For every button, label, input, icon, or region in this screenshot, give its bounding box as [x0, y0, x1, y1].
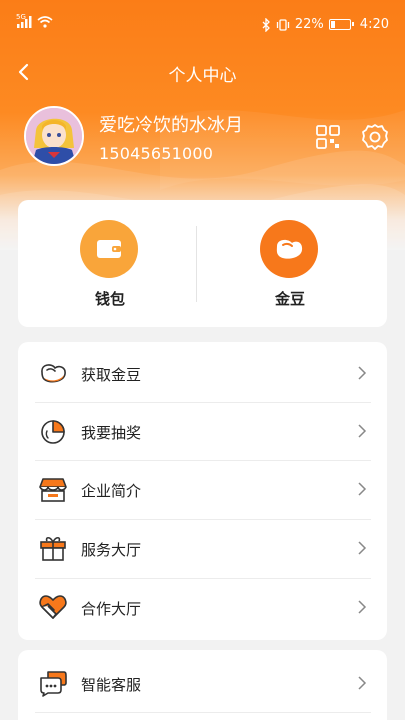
chevron-right-icon	[358, 600, 367, 614]
vibrate-icon	[276, 18, 290, 31]
phone-number: 15045651000	[99, 144, 214, 163]
wallet-icon-circle	[80, 220, 138, 278]
battery-percent: 22%	[294, 17, 324, 32]
menu-item-label: 智能客服	[81, 676, 142, 694]
battery-fill	[330, 21, 336, 28]
qr-code-button[interactable]	[315, 124, 341, 150]
menu-item-company[interactable]: 企业简介	[18, 460, 387, 518]
heart-handshake-icon	[39, 595, 67, 619]
bean-icon	[276, 239, 303, 259]
settings-button[interactable]	[360, 122, 390, 152]
avatar[interactable]	[24, 106, 84, 166]
gift-box-icon	[40, 536, 66, 561]
wallet-icon	[97, 240, 121, 258]
separator	[35, 712, 371, 713]
menu-item-label: 我要抽奖	[81, 424, 142, 442]
menu-item-lottery[interactable]: 我要抽奖	[18, 402, 387, 460]
pie-chart-icon	[41, 420, 65, 444]
clock: 4:20	[359, 17, 389, 32]
avatar-image	[26, 108, 82, 164]
signal-group: 5G	[16, 13, 53, 28]
battery-icon	[328, 19, 354, 30]
chevron-right-icon	[358, 424, 367, 438]
chevron-right-icon	[358, 541, 367, 555]
menu-item-get-beans[interactable]: 获取金豆	[18, 344, 387, 402]
menu-item-label: 服务大厅	[81, 541, 142, 559]
beans-button[interactable]: 金豆	[198, 200, 382, 327]
gear-icon	[362, 124, 388, 150]
bluetooth-icon	[262, 17, 270, 32]
store-icon	[39, 478, 67, 502]
menu-item-smart-support[interactable]: 智能客服	[18, 654, 387, 712]
chevron-right-icon	[358, 366, 367, 380]
chevron-right-icon	[358, 676, 367, 690]
page-title: 个人中心	[168, 66, 237, 86]
chat-bubble-icon	[40, 671, 67, 697]
username: 爱吃冷饮的水冰月	[99, 115, 243, 136]
wallet-button[interactable]: 钱包	[18, 200, 202, 327]
menu-item-cooperation-hall[interactable]: 合作大厅	[18, 578, 387, 636]
beans-label: 金豆	[274, 290, 305, 308]
network-type: 5G	[16, 13, 26, 21]
wallet-label: 钱包	[94, 290, 125, 308]
wallet-card: 钱包 金豆	[18, 200, 387, 327]
status-bar: 5G 22% 4:20	[0, 0, 405, 50]
qr-code-icon	[316, 125, 340, 149]
status-right: 22% 4:20	[261, 17, 389, 32]
beans-icon-circle	[260, 220, 318, 278]
menu-card: 获取金豆 我要抽奖 企业简介 服务大厅 合作大厅	[18, 342, 387, 640]
menu-item-label: 获取金豆	[81, 366, 142, 384]
menu-item-label: 企业简介	[81, 482, 142, 500]
chevron-right-icon	[358, 482, 367, 496]
menu-item-label: 合作大厅	[81, 600, 142, 618]
menu-item-service-hall[interactable]: 服务大厅	[18, 519, 387, 577]
menu2-card: 智能客服	[18, 650, 387, 720]
bean-icon	[41, 364, 66, 383]
divider	[196, 226, 197, 302]
nav-bar: 个人中心	[0, 52, 405, 92]
wifi-icon	[37, 16, 53, 28]
